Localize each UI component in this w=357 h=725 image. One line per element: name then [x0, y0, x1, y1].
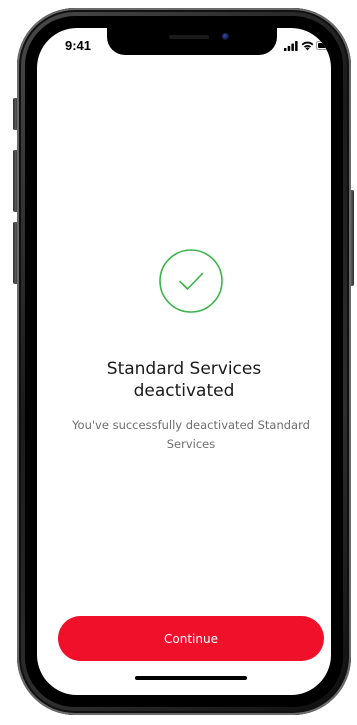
confirmation-message-line-2: Services — [166, 437, 216, 451]
stage: 9:41 Standard Services deactivated You'v… — [0, 0, 357, 725]
confirmation-title-line-2: deactivated — [133, 381, 235, 401]
confirmation-message: You've successfully deactivated Standard… — [53, 416, 329, 454]
status-time: 9:41 — [65, 38, 92, 53]
confirmation-message-line-1: You've successfully deactivated Standard — [72, 418, 310, 432]
phone-screen: 9:41 Standard Services deactivated You'v… — [37, 28, 331, 695]
speaker-grille — [169, 35, 209, 39]
status-icons — [284, 40, 331, 52]
battery-icon — [316, 41, 331, 50]
confirmation-title: Standard Services deactivated — [37, 358, 331, 402]
signal-icon — [284, 41, 298, 51]
check-circle-icon — [159, 249, 223, 313]
wifi-icon — [301, 41, 314, 51]
notch — [107, 28, 277, 55]
confirmation-title-line-1: Standard Services — [106, 359, 262, 379]
home-indicator[interactable] — [135, 676, 247, 680]
front-camera — [222, 33, 229, 40]
continue-button[interactable]: Continue — [58, 616, 324, 661]
